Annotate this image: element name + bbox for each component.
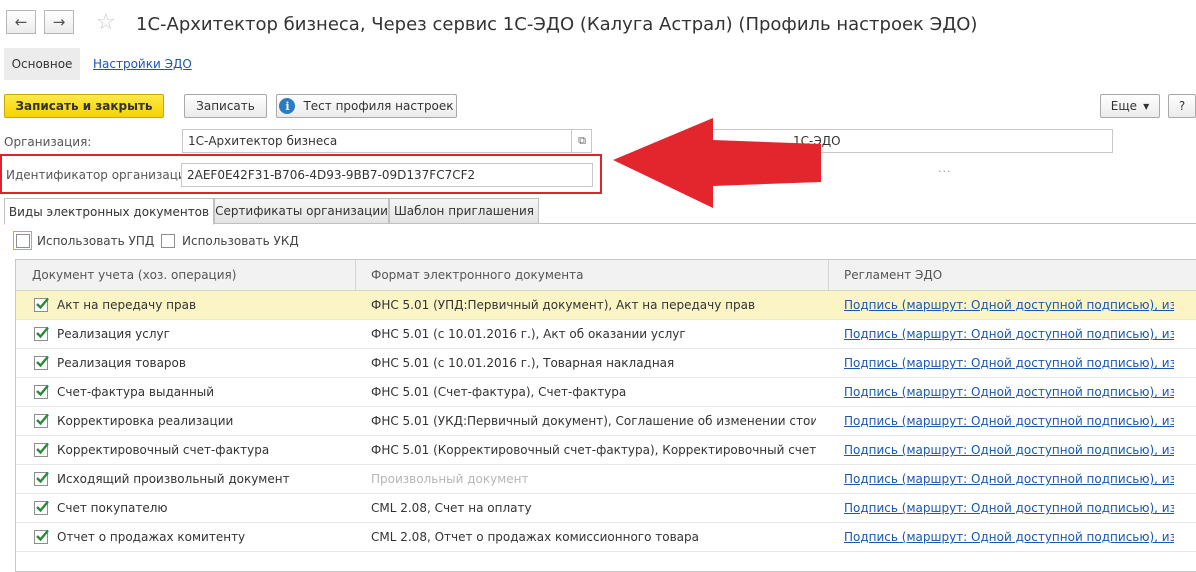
ellipsis-icon[interactable]: ···: [938, 165, 952, 178]
use-ukd-checkbox[interactable]: [161, 234, 175, 248]
more-button[interactable]: Еще ▼: [1100, 94, 1160, 118]
organization-field[interactable]: 1С-Архитектор бизнеса: [182, 129, 592, 153]
cell-regulation-link[interactable]: Подпись (маршрут: Одной доступной подпис…: [844, 436, 1174, 464]
row-enabled-checkbox[interactable]: [34, 471, 49, 486]
table-row[interactable]: Реализация товаров ФНС 5.01 (с 10.01.2016…: [16, 349, 1196, 378]
cell-format: ФНС 5.01 (с 10.01.2016 г.), Акт об оказа…: [371, 327, 686, 341]
row-enabled-checkbox[interactable]: [34, 413, 49, 428]
row-enabled-checkbox[interactable]: [34, 297, 49, 312]
table-row[interactable]: Исходящий произвольный документ Произволь…: [16, 465, 1196, 494]
cell-format: ФНС 5.01 (УКД:Первичный документ), Согла…: [371, 414, 816, 428]
cell-document: Реализация услуг: [57, 327, 170, 341]
save-button[interactable]: Записать: [184, 94, 267, 118]
highlight-frame: [0, 154, 602, 194]
arrow-right-icon: →: [52, 13, 66, 31]
help-label: ?: [1178, 99, 1186, 113]
organization-label: Организация:: [4, 135, 92, 149]
column-header-format[interactable]: Формат электронного документа: [371, 260, 583, 290]
cell-regulation-link[interactable]: Подпись (маршрут: Одной доступной подпис…: [844, 523, 1174, 551]
cell-regulation-link[interactable]: Подпись (маршрут: Одной доступной подпис…: [844, 494, 1174, 522]
tab-certificates[interactable]: Сертификаты организации: [214, 198, 389, 224]
document-types-table: Документ учета (хоз. операция) Формат эл…: [15, 259, 1196, 572]
table-row[interactable]: Акт на передачу прав ФНС 5.01 (УПД:Первич…: [16, 291, 1196, 320]
table-row[interactable]: Счет покупателю CML 2.08, Счет на оплату П…: [16, 494, 1196, 523]
save-label: Записать: [196, 99, 255, 113]
cell-format: ФНС 5.01 (Счет-фактура), Счет-фактура: [371, 385, 627, 399]
column-header-document[interactable]: Документ учета (хоз. операция): [32, 260, 236, 290]
cell-regulation-link[interactable]: Подпись (маршрут: Одной доступной подпис…: [844, 465, 1174, 493]
table-row[interactable]: Счет-фактура выданный ФНС 5.01 (Счет-факт…: [16, 378, 1196, 407]
open-link-icon[interactable]: ⧉: [571, 130, 592, 152]
test-profile-button[interactable]: i Тест профиля настроек: [276, 94, 457, 118]
cell-document: Акт на передачу прав: [57, 298, 197, 312]
table-row[interactable]: Корректировочный счет-фактура ФНС 5.01 (К…: [16, 436, 1196, 465]
test-profile-label: Тест профиля настроек: [303, 99, 454, 113]
favorite-star-icon[interactable]: ☆: [96, 10, 116, 35]
forward-button[interactable]: →: [44, 10, 74, 34]
section-tab-main-label: Основное: [11, 57, 73, 71]
save-and-close-button[interactable]: Записать и закрыть: [4, 94, 164, 118]
table-header: Документ учета (хоз. операция) Формат эл…: [16, 260, 1196, 291]
row-enabled-checkbox[interactable]: [34, 529, 49, 544]
cell-format: ФНС 5.01 (Корректировочный счет-фактура)…: [371, 443, 816, 457]
cell-regulation-link[interactable]: Подпись (маршрут: Одной доступной подпис…: [844, 291, 1174, 319]
section-tab-edo-settings[interactable]: Настройки ЭДО: [93, 57, 192, 71]
arrow-left-icon: ←: [14, 13, 28, 31]
info-icon: i: [279, 98, 296, 114]
window-title: 1С-Архитектор бизнеса, Через сервис 1С-Э…: [136, 14, 978, 35]
cell-regulation-link[interactable]: Подпись (маршрут: Одной доступной подпис…: [844, 378, 1174, 406]
organization-value: 1С-Архитектор бизнеса: [188, 134, 338, 148]
cell-regulation-link[interactable]: Подпись (маршрут: Одной доступной подпис…: [844, 407, 1174, 435]
cell-format: ФНС 5.01 (УПД:Первичный документ), Акт н…: [371, 298, 756, 312]
cell-format: Произвольный документ: [371, 472, 529, 486]
table-row[interactable]: Реализация услуг ФНС 5.01 (с 10.01.2016 г…: [16, 320, 1196, 349]
back-button[interactable]: ←: [6, 10, 36, 34]
row-enabled-checkbox[interactable]: [34, 355, 49, 370]
table-row[interactable]: Корректировка реализации ФНС 5.01 (УКД:Пе…: [16, 407, 1196, 436]
row-enabled-checkbox[interactable]: [34, 384, 49, 399]
cell-document: Счет покупателю: [57, 501, 168, 515]
tab-document-types[interactable]: Виды электронных документов: [4, 198, 214, 225]
help-button[interactable]: ?: [1168, 94, 1196, 118]
cell-format: CML 2.08, Счет на оплату: [371, 501, 532, 515]
row-enabled-checkbox[interactable]: [34, 326, 49, 341]
chevron-down-icon: ▼: [1143, 101, 1150, 111]
cell-document: Реализация товаров: [57, 356, 186, 370]
cell-regulation-link[interactable]: Подпись (маршрут: Одной доступной подпис…: [844, 349, 1174, 377]
tab-invitation-template-label: Шаблон приглашения: [393, 204, 535, 218]
cell-document: Корректировка реализации: [57, 414, 234, 428]
cell-regulation-link[interactable]: Подпись (маршрут: Одной доступной подпис…: [844, 320, 1174, 348]
cell-format: CML 2.08, Отчет о продажах комиссионного…: [371, 530, 699, 544]
cell-format: ФНС 5.01 (с 10.01.2016 г.), Товарная нак…: [371, 356, 675, 370]
tab-invitation-template[interactable]: Шаблон приглашения: [389, 198, 539, 224]
red-arrow-annotation: [613, 118, 821, 208]
tab-document-types-label: Виды электронных документов: [8, 204, 210, 219]
save-and-close-label: Записать и закрыть: [15, 99, 153, 113]
use-ukd-label: Использовать УКД: [182, 234, 299, 248]
cell-document: Исходящий произвольный документ: [57, 472, 290, 486]
cell-document: Отчет о продажах комитенту: [57, 530, 246, 544]
section-tab-main[interactable]: Основное: [4, 48, 80, 80]
use-upd-checkbox[interactable]: [13, 231, 32, 250]
row-enabled-checkbox[interactable]: [34, 500, 49, 515]
use-upd-checkbox-box: [15, 233, 30, 248]
more-label: Еще: [1110, 99, 1138, 113]
use-upd-label: Использовать УПД: [37, 234, 155, 248]
cell-document: Корректировочный счет-фактура: [57, 443, 270, 457]
column-header-regulation[interactable]: Регламент ЭДО: [844, 260, 942, 290]
row-enabled-checkbox[interactable]: [34, 442, 49, 457]
table-row[interactable]: Отчет о продажах комитенту CML 2.08, Отче…: [16, 523, 1196, 552]
cell-document: Счет-фактура выданный: [57, 385, 215, 399]
tab-certificates-label: Сертификаты организации: [215, 204, 388, 218]
